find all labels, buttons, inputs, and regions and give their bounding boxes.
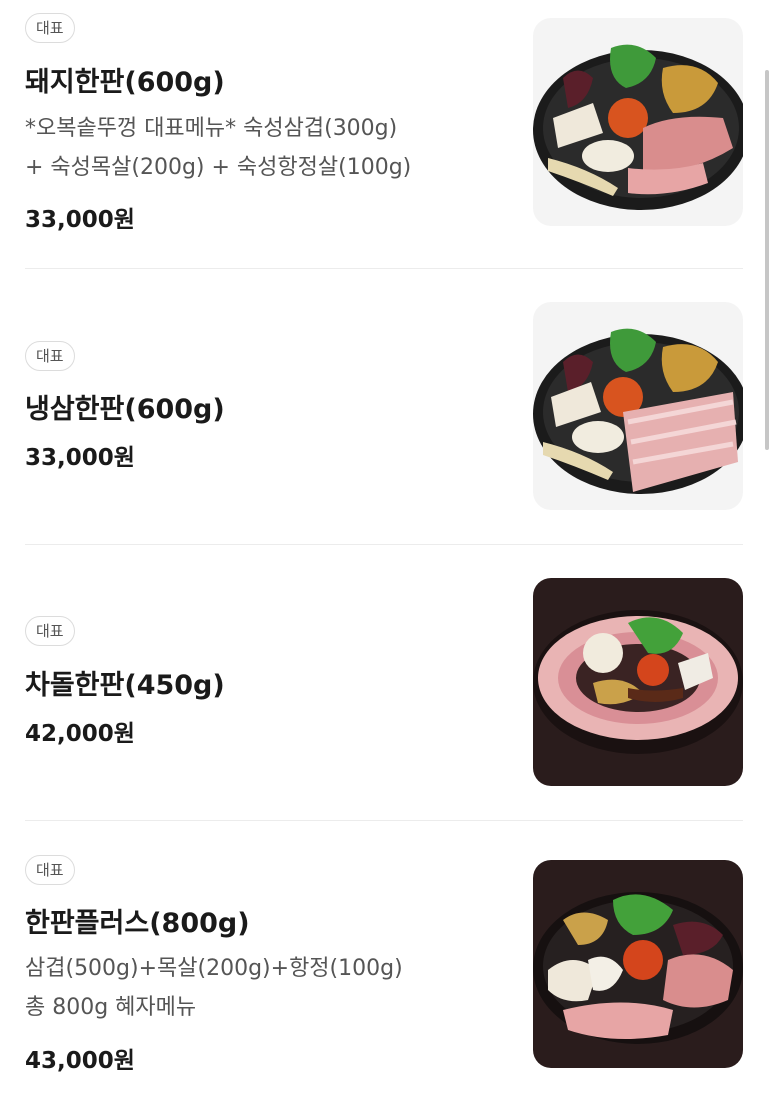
menu-item-price: 42,000원: [25, 721, 135, 747]
featured-badge: 대표: [25, 13, 75, 43]
divider: [25, 268, 743, 269]
menu-item-description-line1: 삼겹(500g)+목살(200g)+항정(100g): [25, 956, 403, 981]
featured-badge: 대표: [25, 341, 75, 371]
menu-item[interactable]: 대표 돼지한판(600g) *오복솥뚜껑 대표메뉴* 숙성삼겹(300g) + …: [25, 0, 743, 268]
menu-item-name: 돼지한판(600g): [25, 67, 225, 98]
menu-item-price: 43,000원: [25, 1048, 135, 1074]
divider: [25, 820, 743, 821]
menu-item-name: 냉삼한판(600g): [25, 394, 225, 425]
menu-item-name: 한판플러스(800g): [25, 908, 250, 939]
featured-badge: 대표: [25, 855, 75, 885]
menu-item-photo[interactable]: [533, 18, 743, 226]
featured-badge: 대표: [25, 616, 75, 646]
menu-item-price: 33,000원: [25, 207, 135, 233]
menu-item[interactable]: 대표 차돌한판(450g) 42,000원: [25, 546, 743, 820]
menu-item-photo[interactable]: [533, 578, 743, 786]
divider: [25, 544, 743, 545]
menu-item-description-line2: 총 800g 혜자메뉴: [25, 995, 197, 1020]
menu-item-photo[interactable]: [533, 302, 743, 510]
menu-item[interactable]: 대표 한판플러스(800g) 삼겹(500g)+목살(200g)+항정(100g…: [25, 822, 743, 1094]
menu-item-description-line1: *오복솥뚜껑 대표메뉴* 숙성삼겹(300g): [25, 116, 398, 141]
scrollbar[interactable]: [765, 70, 769, 450]
menu-item[interactable]: 대표 냉삼한판(600g) 33,000원: [25, 270, 743, 544]
menu-item-price: 33,000원: [25, 445, 135, 471]
menu-item-photo[interactable]: [533, 860, 743, 1068]
menu-item-name: 차돌한판(450g): [25, 670, 225, 701]
menu-item-description-line2: + 숙성목살(200g) + 숙성항정살(100g): [25, 155, 412, 180]
